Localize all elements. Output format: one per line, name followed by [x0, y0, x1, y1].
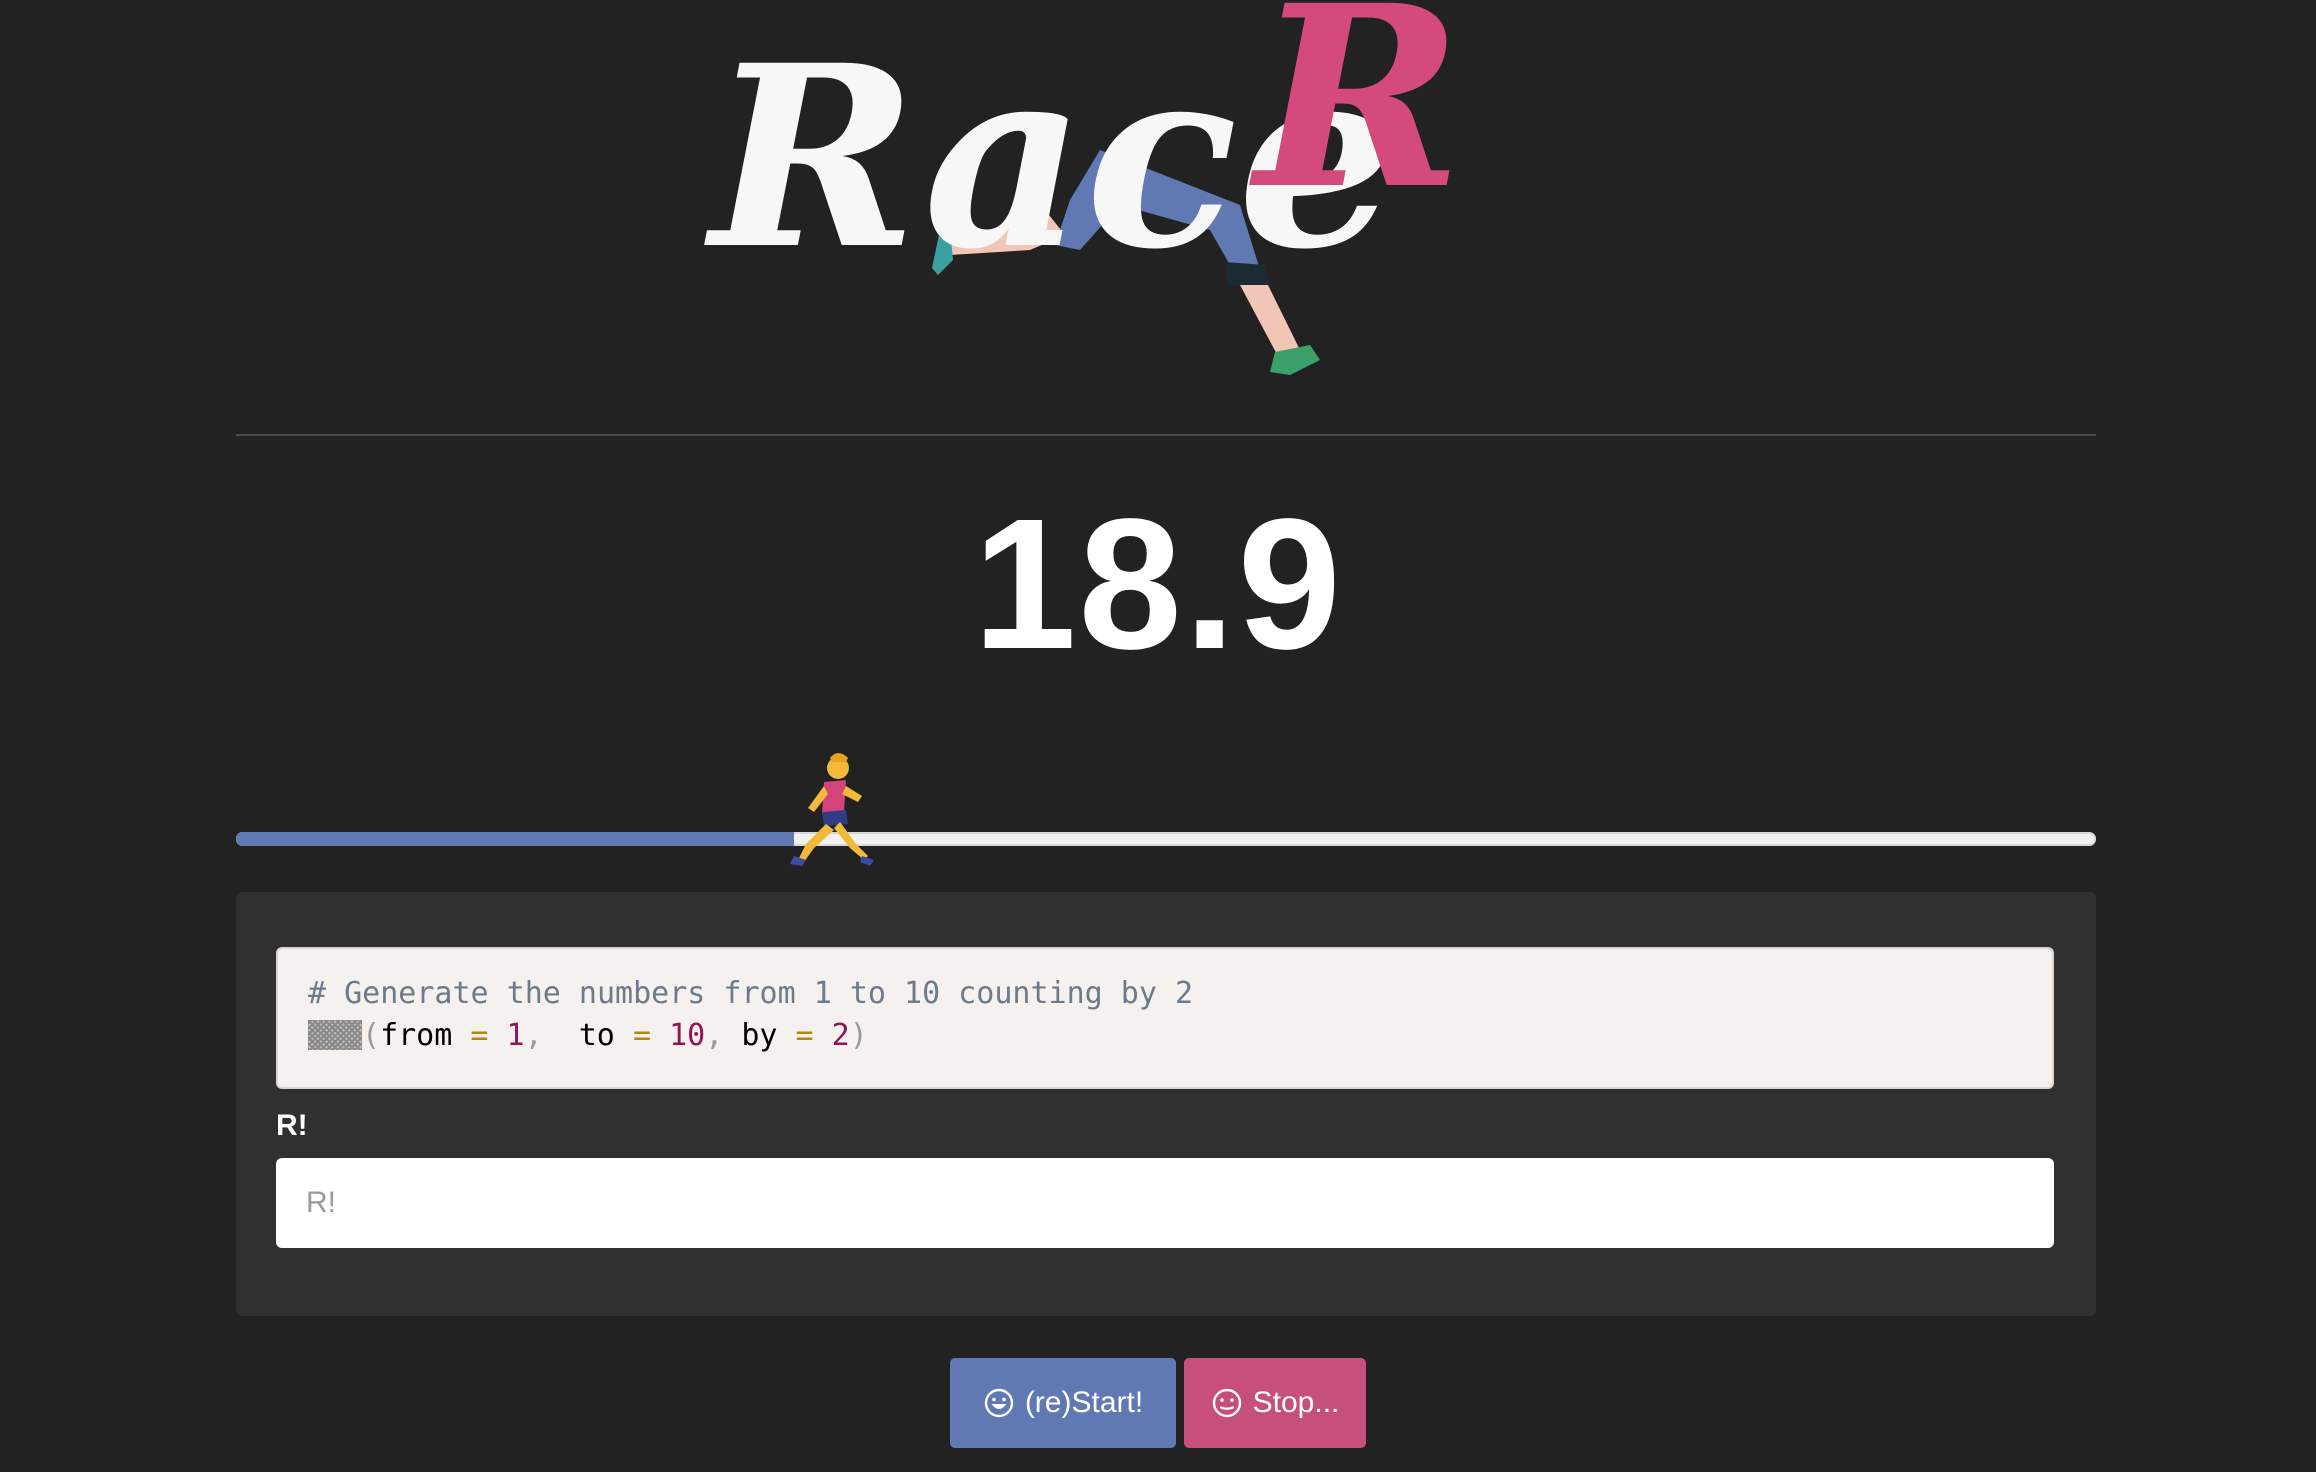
stop-button-label: Stop...	[1252, 1386, 1340, 1419]
arg-by-name: by	[741, 1018, 778, 1053]
code-comment: # Generate the numbers from 1 to 10 coun…	[308, 976, 1194, 1011]
function-blank	[308, 1020, 362, 1050]
answer-input[interactable]	[276, 1158, 2054, 1248]
arg-by-value: 2	[831, 1018, 850, 1053]
arg-by-op: =	[795, 1018, 814, 1053]
racer-logo: Race R	[700, 0, 1640, 400]
stop-button[interactable]: Stop...	[1184, 1358, 1366, 1448]
code-comma-1: ,	[524, 1018, 543, 1053]
arg-to-name: to	[578, 1018, 615, 1053]
race-progress-fill	[236, 832, 794, 846]
code-open-paren: (	[362, 1018, 381, 1053]
code-close-paren: )	[849, 1018, 868, 1053]
race-timer: 18.9	[972, 481, 1343, 688]
arg-from-value: 1	[506, 1018, 525, 1053]
restart-button-label: (re)Start!	[1024, 1386, 1144, 1419]
header-divider	[236, 434, 2096, 436]
logo-letter-r: R	[1249, 0, 1463, 244]
code-comma-2: ,	[705, 1018, 724, 1053]
answer-label: R!	[276, 1109, 308, 1142]
challenge-card: # Generate the numbers from 1 to 10 coun…	[236, 892, 2096, 1316]
arg-from-name: from	[380, 1018, 453, 1053]
grin-icon	[983, 1387, 1015, 1419]
arg-to-value: 10	[669, 1018, 706, 1053]
racer-app: Race R 18.9 # Generate the numbers from …	[0, 0, 2316, 1472]
neutral-face-icon	[1211, 1387, 1243, 1419]
race-progress-track	[236, 832, 2096, 846]
runner-icon	[776, 748, 876, 866]
action-buttons: (re)Start! Stop...	[0, 1358, 2316, 1448]
code-prompt: # Generate the numbers from 1 to 10 coun…	[276, 947, 2054, 1089]
arg-to-op: =	[632, 1018, 651, 1053]
restart-button[interactable]: (re)Start!	[950, 1358, 1176, 1448]
arg-from-op: =	[470, 1018, 489, 1053]
